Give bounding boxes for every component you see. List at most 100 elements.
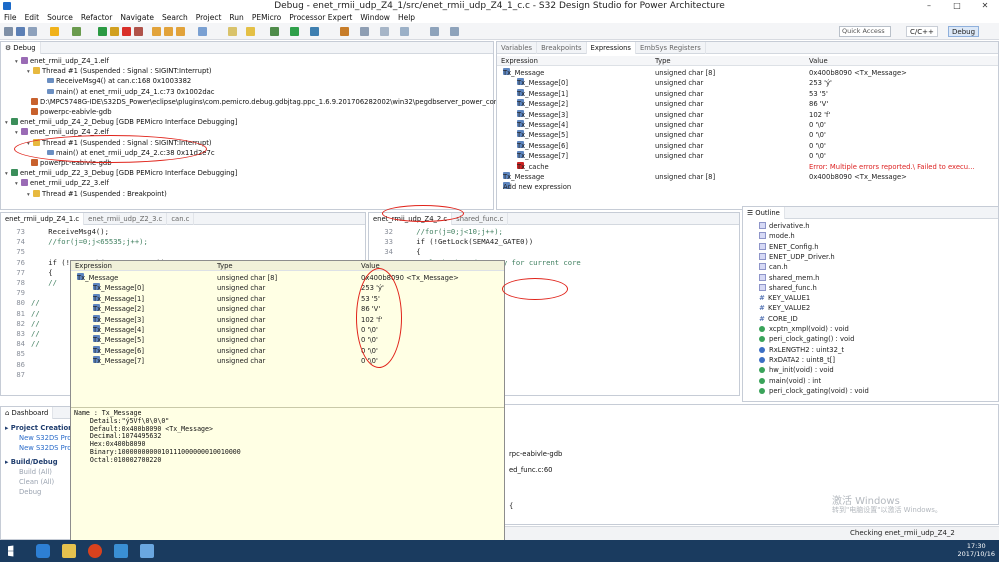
tab-dashboard[interactable]: ⌂ Dashboard	[1, 407, 54, 419]
editor-tab[interactable]: enet_rmii_udp_Z4_1.c	[1, 213, 85, 225]
debug-tree-item[interactable]: D:\MPC5748G-IDE\S32DS_Power\eclipse\plug…	[25, 97, 512, 107]
search-icon[interactable]	[380, 27, 389, 36]
minimize-icon[interactable]: –	[915, 0, 943, 12]
forward-icon[interactable]	[450, 27, 459, 36]
expression-row[interactable]: ▾Tx_Messageunsigned char [8]0x400b8090 <…	[497, 68, 998, 78]
expression-row[interactable]: Tx_Message[7] unsigned char 0 '\0'	[497, 151, 998, 161]
outline-item[interactable]: ENET_UDP_Driver.h	[759, 252, 835, 262]
expression-row[interactable]: Tx_Message[4] unsigned char 0 '\0'	[497, 120, 998, 130]
step-return-icon[interactable]	[176, 27, 185, 36]
step-into-icon[interactable]	[152, 27, 161, 36]
pemicro-icon[interactable]	[246, 27, 255, 36]
new-icon[interactable]	[4, 27, 13, 36]
editor-tab[interactable]: can.c	[167, 213, 195, 225]
annotation-icon[interactable]	[400, 27, 409, 36]
save-all-icon[interactable]	[28, 27, 37, 36]
run-icon[interactable]	[290, 27, 299, 36]
outline-item[interactable]: xcptn_xmpl(void) : void	[759, 324, 849, 334]
windows-start-icon[interactable]	[8, 545, 14, 557]
open-type-icon[interactable]	[360, 27, 369, 36]
debug-icon[interactable]	[270, 27, 279, 36]
restart-icon[interactable]	[228, 27, 237, 36]
menu-refactor[interactable]: Refactor	[81, 12, 112, 23]
menu-project[interactable]: Project	[196, 12, 222, 23]
ide-taskbar-icon[interactable]	[114, 544, 128, 558]
menu-window[interactable]: Window	[360, 12, 390, 23]
expression-row[interactable]: Tx_cache Error: Multiple errors reported.…	[497, 161, 998, 172]
outline-item[interactable]: # CORE_ID	[759, 314, 798, 324]
dashboard-link[interactable]: Debug	[19, 487, 41, 497]
build-icon[interactable]	[50, 27, 59, 36]
dashboard-link[interactable]: Build (All)	[19, 467, 52, 477]
expression-row[interactable]: Tx_Message[5] unsigned char 0 '\0'	[497, 130, 998, 140]
popup-row[interactable]: Tx_Message[2] unsigned char 86 'V'	[71, 304, 504, 314]
suspend-icon[interactable]	[110, 27, 119, 36]
debug-tree-item[interactable]: ▾ Thread #1 (Suspended : Breakpoint)	[27, 189, 167, 199]
menu-edit[interactable]: Edit	[25, 12, 40, 23]
popup-row[interactable]: Tx_Message[1] unsigned char 53 '5'	[71, 293, 504, 304]
quick-access-field[interactable]: Quick Access	[839, 26, 891, 37]
tab-breakpoints[interactable]: Breakpoints	[537, 42, 587, 54]
file-explorer-icon[interactable]	[62, 544, 76, 558]
clock[interactable]: 17:30 2017/10/16	[958, 542, 995, 558]
outline-item[interactable]: hw_init(void) : void	[759, 365, 834, 375]
debug-tree-item[interactable]: ▾ enet_rmii_udp_Z4_1.elf	[15, 56, 109, 66]
outline-item[interactable]: main(void) : int	[759, 376, 821, 386]
popup-row[interactable]: Tx_Message[5] unsigned char 0 '\0'	[71, 335, 504, 345]
editor-tab[interactable]: enet_rmii_udp_Z2_3.c	[84, 213, 168, 225]
popup-row[interactable]: Tx_Message[6] unsigned char 0 '\0'	[71, 345, 504, 356]
outline-item[interactable]: ENET_Config.h	[759, 242, 819, 252]
outline-item[interactable]: # KEY_VALUE1	[759, 293, 810, 303]
resume-icon[interactable]	[98, 27, 107, 36]
code-line[interactable]: 34 {	[369, 247, 739, 257]
maximize-icon[interactable]: □	[943, 0, 971, 12]
debug-tree-item[interactable]: ▾ enet_rmii_udp_Z2_3_Debug [GDB PEMicro I…	[5, 168, 237, 178]
expression-row[interactable]: Tx_Message[1] unsigned char 53 '5'	[497, 88, 998, 99]
debug-tree-item[interactable]: powerpc-eabivle-gdb	[25, 107, 112, 117]
code-line[interactable]: 32 //for(j=0;j<10;j++);	[369, 227, 739, 237]
tab-debug[interactable]: ⚙ Debug	[1, 42, 41, 54]
outline-item[interactable]: derivative.h	[759, 221, 810, 231]
taskbar-app-icon[interactable]	[36, 544, 50, 558]
close-icon[interactable]: ✕	[971, 0, 999, 12]
outline-item[interactable]: # KEY_VALUE2	[759, 303, 810, 313]
browser-icon[interactable]	[88, 544, 102, 558]
back-icon[interactable]	[430, 27, 439, 36]
perspective-cpp[interactable]: C/C++	[906, 26, 938, 37]
outline-item[interactable]: peri_clock_gating() : void	[759, 334, 854, 344]
outline-item[interactable]: can.h	[759, 262, 788, 272]
popup-row[interactable]: Tx_Message[4] unsigned char 0 '\0'	[71, 325, 504, 335]
disconnect-icon[interactable]	[134, 27, 143, 36]
expression-row[interactable]: Tx_Message[3] unsigned char 102 'f'	[497, 109, 998, 120]
debug-tree-item[interactable]: ▾ enet_rmii_udp_Z2_3.elf	[15, 178, 109, 188]
menu-navigate[interactable]: Navigate	[120, 12, 154, 23]
debug-tree-item[interactable]: ▾ Thread #1 (Suspended : Signal : SIGINT:…	[27, 66, 212, 76]
menu-processor-expert[interactable]: Processor Expert	[289, 12, 352, 23]
outline-item[interactable]: RxLENGTH2 : uint32_t	[759, 345, 844, 355]
expression-row[interactable]: Add new expression	[497, 182, 998, 192]
expression-row[interactable]: Tx_Message[2] unsigned char 86 'V'	[497, 99, 998, 109]
popup-row[interactable]: ▾Tx_Messageunsigned char [8]0x400b8090 <…	[71, 273, 504, 283]
perspective-debug[interactable]: Debug	[948, 26, 980, 37]
debug-tree-item[interactable]: ▾ enet_rmii_udp_Z4_2_Debug [GDB PEMicro I…	[5, 117, 237, 127]
menu-pemicro[interactable]: PEMicro	[252, 12, 281, 23]
code-line[interactable]: 73 ReceiveMsg4();	[1, 227, 365, 237]
menu-source[interactable]: Source	[47, 12, 73, 23]
outline-item[interactable]: shared_func.h	[759, 283, 817, 293]
dashboard-link[interactable]: Clean (All)	[19, 477, 54, 487]
code-line[interactable]: 74 //for(j=0;j<65535;j++);	[1, 237, 365, 247]
pemicro-taskbar-icon[interactable]	[140, 544, 154, 558]
save-icon[interactable]	[16, 27, 25, 36]
skip-breakpoints-icon[interactable]	[72, 27, 81, 36]
outline-item[interactable]: peri_clock_gating(void) : void	[759, 386, 869, 396]
popup-row[interactable]: Tx_Message[3] unsigned char 102 'f'	[71, 314, 504, 325]
tab-expressions[interactable]: Expressions	[586, 42, 636, 54]
menu-search[interactable]: Search	[162, 12, 188, 23]
menu-run[interactable]: Run	[229, 12, 243, 23]
menu-help[interactable]: Help	[398, 12, 415, 23]
debug-tree-item[interactable]: main() at enet_rmii_udp_Z4_1.c:73 0x1002…	[41, 87, 215, 97]
outline-item[interactable]: RxDATA2 : uint8_t[]	[759, 355, 835, 365]
code-line[interactable]: 33 if (!GetLock(SEMA42_GATE0))	[369, 237, 739, 247]
menu-file[interactable]: File	[4, 12, 17, 23]
external-tools-icon[interactable]	[310, 27, 319, 36]
